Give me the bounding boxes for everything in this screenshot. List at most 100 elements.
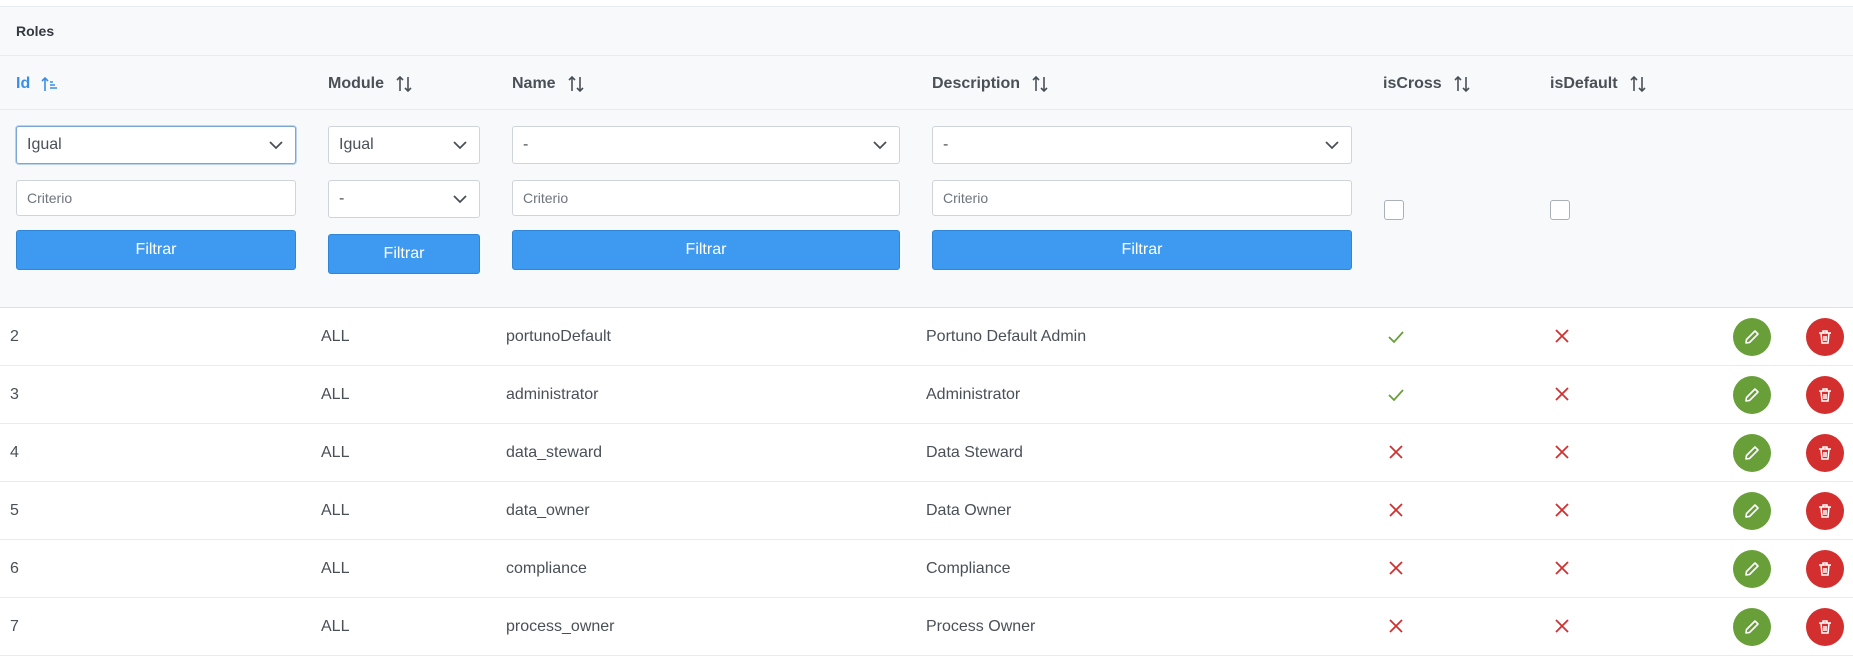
cell-id: 7	[10, 618, 19, 635]
cell-description: Compliance	[926, 560, 1011, 577]
trash-icon	[1819, 446, 1831, 460]
column-label-iscross: isCross	[1383, 75, 1442, 92]
column-header-iscross[interactable]: isCross	[1383, 74, 1472, 94]
column-label-module: Module	[328, 75, 384, 92]
cell-id: 5	[10, 502, 19, 519]
sort-alt-icon	[1030, 74, 1050, 94]
sort-alt-icon	[566, 74, 586, 94]
module-filter-button[interactable]: Filtrar	[328, 234, 480, 274]
pencil-icon	[1745, 620, 1759, 634]
pencil-icon	[1745, 446, 1759, 460]
pencil-icon	[1745, 388, 1759, 402]
cell-id: 6	[10, 560, 19, 577]
iscross-filter-checkbox[interactable]	[1384, 200, 1404, 220]
cell-name: process_owner	[506, 618, 615, 635]
name-operator-dropdown[interactable]: -	[512, 126, 900, 164]
roles-table: Roles Id Module Name Description isCross…	[0, 0, 1853, 656]
sort-alt-icon	[394, 74, 414, 94]
times-icon	[1552, 326, 1572, 346]
dropdown-value: -	[943, 136, 949, 153]
check-icon	[1386, 326, 1406, 346]
edit-button[interactable]	[1733, 318, 1771, 356]
cell-description: Data Steward	[926, 444, 1023, 461]
trash-icon	[1819, 330, 1831, 344]
pencil-icon	[1745, 562, 1759, 576]
cell-name: portunoDefault	[506, 328, 611, 345]
column-header-name[interactable]: Name	[512, 74, 586, 94]
column-label-id: Id	[16, 75, 31, 92]
cell-module: ALL	[321, 386, 350, 403]
delete-button[interactable]	[1806, 376, 1844, 414]
module-operator-dropdown[interactable]: Igual	[328, 126, 480, 164]
description-filter-button[interactable]: Filtrar	[932, 230, 1352, 270]
trash-icon	[1819, 388, 1831, 402]
id-filter-button[interactable]: Filtrar	[16, 230, 296, 270]
column-label-isdefault: isDefault	[1550, 75, 1618, 92]
dropdown-value: Igual	[339, 136, 374, 153]
times-icon	[1386, 500, 1406, 520]
table-header: Id Module Name Description isCross isDef…	[0, 56, 1853, 110]
filter-id: Igual Filtrar	[16, 126, 296, 270]
table-row: 5 ALL data_owner Data Owner	[0, 482, 1853, 540]
dropdown-value: Igual	[27, 136, 62, 153]
dropdown-value: -	[339, 190, 345, 207]
column-label-description: Description	[932, 75, 1021, 92]
edit-button[interactable]	[1733, 376, 1771, 414]
column-header-isdefault[interactable]: isDefault	[1550, 74, 1648, 94]
times-icon	[1552, 558, 1572, 578]
times-icon	[1552, 442, 1572, 462]
pencil-icon	[1745, 330, 1759, 344]
dropdown-value: -	[523, 136, 529, 153]
edit-button[interactable]	[1733, 550, 1771, 588]
times-icon	[1386, 442, 1406, 462]
filter-module: Igual - Filtrar	[328, 126, 480, 274]
edit-button[interactable]	[1733, 434, 1771, 472]
cell-module: ALL	[321, 444, 350, 461]
delete-button[interactable]	[1806, 434, 1844, 472]
cell-name: data_steward	[506, 444, 603, 461]
column-label-name: Name	[512, 75, 556, 92]
delete-button[interactable]	[1806, 608, 1844, 646]
cell-module: ALL	[321, 560, 350, 577]
cell-name: compliance	[506, 560, 587, 577]
edit-button[interactable]	[1733, 608, 1771, 646]
module-value-dropdown[interactable]: -	[328, 180, 480, 218]
filter-description: - Filtrar	[932, 126, 1352, 270]
table-row: 2 ALL portunoDefault Portuno Default Adm…	[0, 308, 1853, 366]
trash-icon	[1819, 504, 1831, 518]
cell-id: 3	[10, 386, 19, 403]
chevron-down-icon	[1323, 136, 1341, 154]
table-row: 7 ALL process_owner Process Owner	[0, 598, 1853, 656]
column-header-id[interactable]: Id	[16, 74, 60, 94]
cell-description: Portuno Default Admin	[926, 328, 1087, 345]
id-criteria-input[interactable]	[16, 180, 296, 216]
chevron-down-icon	[871, 136, 889, 154]
cell-name: administrator	[506, 386, 599, 403]
delete-button[interactable]	[1806, 318, 1844, 356]
table-row: 4 ALL data_steward Data Steward	[0, 424, 1853, 482]
description-criteria-input[interactable]	[932, 180, 1352, 216]
column-header-module[interactable]: Module	[328, 74, 414, 94]
trash-icon	[1819, 562, 1831, 576]
chevron-down-icon	[451, 136, 469, 154]
cell-name: data_owner	[506, 502, 590, 519]
times-icon	[1386, 558, 1406, 578]
trash-icon	[1819, 620, 1831, 634]
isdefault-filter-checkbox[interactable]	[1550, 200, 1570, 220]
cell-description: Administrator	[926, 386, 1021, 403]
page-title: Roles	[16, 23, 55, 39]
description-operator-dropdown[interactable]: -	[932, 126, 1352, 164]
filter-name: - Filtrar	[512, 126, 900, 270]
name-criteria-input[interactable]	[512, 180, 900, 216]
times-icon	[1552, 384, 1572, 404]
chevron-down-icon	[451, 190, 469, 208]
name-filter-button[interactable]: Filtrar	[512, 230, 900, 270]
cell-description: Process Owner	[926, 618, 1036, 635]
column-header-description[interactable]: Description	[932, 74, 1050, 94]
delete-button[interactable]	[1806, 550, 1844, 588]
check-icon	[1386, 384, 1406, 404]
sort-alt-icon	[1628, 74, 1648, 94]
id-operator-dropdown[interactable]: Igual	[16, 126, 296, 164]
edit-button[interactable]	[1733, 492, 1771, 530]
delete-button[interactable]	[1806, 492, 1844, 530]
